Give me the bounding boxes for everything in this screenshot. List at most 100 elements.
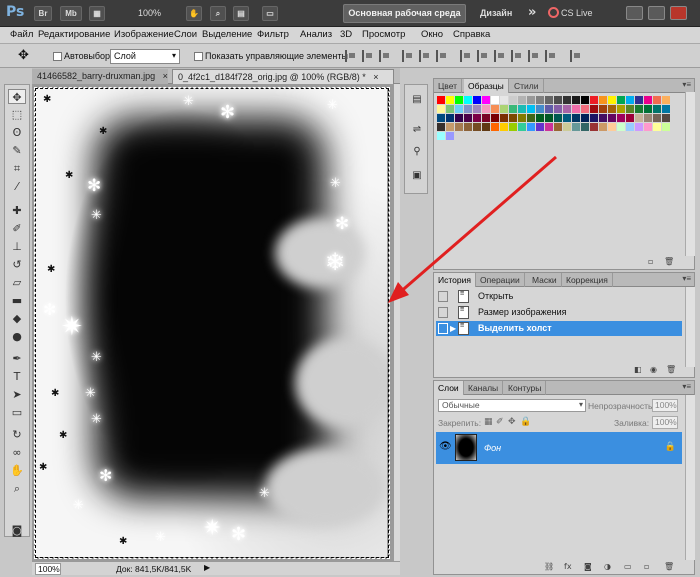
color-swatch[interactable]	[518, 114, 526, 122]
maximize-window-button[interactable]	[648, 6, 665, 20]
status-menu-arrow-icon[interactable]: ▶	[204, 563, 210, 572]
color-swatch[interactable]	[473, 105, 481, 113]
color-swatch[interactable]	[446, 105, 454, 113]
lock-image-pixels-icon[interactable]: ✐	[496, 417, 504, 427]
history-source-box[interactable]	[438, 307, 448, 318]
color-swatch[interactable]	[617, 123, 625, 131]
screen-mode-icon[interactable]: ▭	[262, 6, 278, 21]
workspace-essentials-button[interactable]: Основная рабочая среда	[343, 4, 466, 23]
color-swatch[interactable]	[464, 105, 472, 113]
color-swatch[interactable]	[626, 114, 634, 122]
color-swatch[interactable]	[554, 114, 562, 122]
color-swatch[interactable]	[599, 123, 607, 131]
color-swatch[interactable]	[500, 114, 508, 122]
menu-window[interactable]: Окно	[421, 29, 443, 40]
brush-tool-icon[interactable]: ✐	[8, 221, 26, 236]
history-item[interactable]: ≡ Размер изображения	[436, 305, 682, 320]
history-source-box[interactable]	[438, 291, 448, 302]
bridge-button[interactable]: Br	[34, 6, 52, 21]
color-swatch[interactable]	[626, 96, 634, 104]
opacity-field[interactable]: 100%	[652, 399, 678, 412]
color-swatch[interactable]	[572, 123, 580, 131]
add-layer-mask-icon[interactable]: ◙	[584, 562, 592, 571]
quick-selection-tool-icon[interactable]: ✎	[8, 143, 26, 158]
color-swatch[interactable]	[509, 96, 517, 104]
distribute-right-icon[interactable]	[545, 50, 556, 62]
dodge-tool-icon[interactable]: ●	[8, 329, 26, 344]
distribute-vertical-center-icon[interactable]	[477, 50, 488, 62]
panel-menu-icon[interactable]: ▾≡	[682, 80, 691, 89]
distribute-horizontal-center-icon[interactable]	[528, 50, 539, 62]
color-swatch[interactable]	[500, 96, 508, 104]
document-tab-2[interactable]: 0_4f2c1_d184f728_orig.jpg @ 100% (RGB/8)…	[172, 69, 394, 84]
align-top-icon[interactable]	[345, 50, 356, 62]
color-swatch[interactable]	[482, 123, 490, 131]
layers-scrollbar[interactable]	[685, 395, 695, 560]
color-swatch[interactable]	[527, 105, 535, 113]
color-swatch[interactable]	[608, 123, 616, 131]
color-swatch[interactable]	[509, 123, 517, 131]
tool-presets-panel-icon[interactable]: ⇌	[410, 123, 424, 137]
align-right-icon[interactable]	[436, 50, 447, 62]
cs-live-button[interactable]: CS Live	[561, 8, 593, 18]
tab-adjustments[interactable]: Коррекция	[562, 273, 613, 287]
zoom-level-dropdown[interactable]: 100%	[138, 8, 161, 18]
color-swatch[interactable]	[635, 105, 643, 113]
color-swatch[interactable]	[644, 114, 652, 122]
color-swatch[interactable]	[608, 96, 616, 104]
color-swatch[interactable]	[662, 114, 670, 122]
crop-tool-icon[interactable]: ⌗	[8, 161, 26, 176]
gradient-tool-icon[interactable]: ▬	[8, 293, 26, 308]
pen-tool-icon[interactable]: ✒	[8, 351, 26, 366]
tab-channels[interactable]: Каналы	[464, 381, 504, 395]
color-swatch[interactable]	[662, 105, 670, 113]
menu-filter[interactable]: Фильтр	[257, 29, 289, 40]
lock-all-icon[interactable]: 🔒	[520, 417, 531, 427]
color-swatch[interactable]	[644, 123, 652, 131]
layer-row[interactable]: 👁 Фон 🔒	[436, 432, 682, 464]
color-swatch[interactable]	[473, 114, 481, 122]
blur-tool-icon[interactable]: ◆	[8, 311, 26, 326]
color-swatch[interactable]	[590, 105, 598, 113]
panel-menu-icon[interactable]: ▾≡	[682, 274, 691, 283]
color-swatch[interactable]	[491, 123, 499, 131]
autoselect-target-select[interactable]: Слой	[110, 49, 180, 64]
color-swatch[interactable]	[482, 96, 490, 104]
color-swatch[interactable]	[536, 114, 544, 122]
align-vertical-center-icon[interactable]	[362, 50, 373, 62]
layer-visibility-eye-icon[interactable]: 👁	[439, 441, 452, 452]
blend-mode-select[interactable]: Обычные	[438, 399, 586, 412]
color-swatch[interactable]	[581, 105, 589, 113]
color-swatch[interactable]	[509, 114, 517, 122]
color-swatch[interactable]	[581, 114, 589, 122]
delete-swatch-icon[interactable]: 🗑	[664, 257, 674, 266]
align-horizontal-center-icon[interactable]	[419, 50, 430, 62]
fill-field[interactable]: 100%	[652, 416, 678, 429]
color-swatch[interactable]	[536, 123, 544, 131]
history-item-selected[interactable]: ▶ ≡ Выделить холст	[436, 321, 682, 336]
menu-edit[interactable]: Редактирование	[38, 29, 110, 40]
color-swatch[interactable]	[635, 123, 643, 131]
color-swatch[interactable]	[608, 114, 616, 122]
color-swatch[interactable]	[455, 123, 463, 131]
guides-menu-icon[interactable]: ▦	[89, 6, 105, 21]
distribute-bottom-icon[interactable]	[494, 50, 505, 62]
color-swatch[interactable]	[446, 114, 454, 122]
color-swatch[interactable]	[545, 123, 553, 131]
color-swatch[interactable]	[608, 105, 616, 113]
color-swatch[interactable]	[473, 123, 481, 131]
brush-presets-panel-icon[interactable]: ⚲	[410, 145, 424, 159]
color-swatch[interactable]	[518, 105, 526, 113]
canvas-vertical-scrollbar[interactable]	[394, 84, 400, 561]
color-swatch[interactable]	[590, 96, 598, 104]
color-swatch[interactable]	[437, 123, 445, 131]
color-swatch[interactable]	[545, 105, 553, 113]
move-tool-preset-icon[interactable]: ✥	[18, 48, 29, 63]
healing-brush-tool-icon[interactable]: ✚	[8, 203, 26, 218]
hand-tool-icon[interactable]: ✋	[186, 6, 202, 21]
color-swatch[interactable]	[572, 105, 580, 113]
menu-image[interactable]: Изображение	[114, 29, 174, 40]
eyedropper-tool-icon[interactable]: ⁄	[8, 179, 26, 194]
tab-masks[interactable]: Маски	[528, 273, 562, 287]
color-swatch[interactable]	[653, 114, 661, 122]
